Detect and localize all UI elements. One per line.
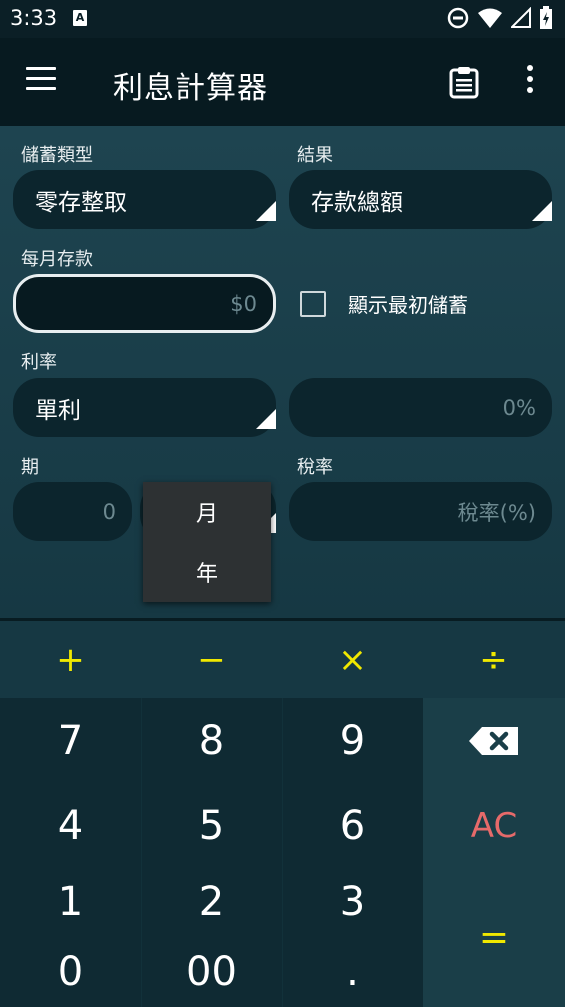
key-decimal[interactable]: . (282, 937, 423, 1007)
interest-label: 利率 (21, 352, 57, 373)
status-icons (447, 6, 553, 30)
checkbox-box[interactable] (300, 290, 326, 317)
show-initial-savings-label: 顯示最初儲蓄 (348, 293, 468, 317)
key-8[interactable]: 8 (141, 698, 282, 784)
show-initial-savings-checkbox[interactable]: 顯示最初儲蓄 (300, 289, 468, 318)
interest-rate-placeholder: 0% (502, 395, 536, 420)
app-title: 利息計算器 (113, 71, 268, 106)
popup-item-month[interactable]: 月 (143, 482, 271, 542)
key-4[interactable]: 4 (0, 784, 141, 867)
tax-rate-placeholder: 稅率(%) (457, 500, 536, 525)
keypad: + − × ÷ 7 8 9 4 5 6 1 2 3 0 00 . AC = (0, 618, 565, 1007)
status-bar: 3:33 A (0, 0, 565, 38)
monthly-deposit-label: 每月存款 (21, 249, 93, 270)
savings-type-value: 零存整取 (35, 189, 127, 216)
result-label: 結果 (297, 145, 333, 166)
backspace-icon (469, 727, 518, 755)
monthly-deposit-placeholder: $0 (230, 291, 257, 316)
key-7[interactable]: 7 (0, 698, 141, 784)
period-unit-popup: 月 年 (143, 482, 271, 602)
savings-type-label: 儲蓄類型 (21, 145, 93, 166)
result-dropdown[interactable]: 存款總額 (289, 170, 552, 229)
menu-icon[interactable] (26, 67, 60, 95)
backspace-key[interactable] (423, 698, 565, 784)
clipboard-icon[interactable] (447, 65, 481, 99)
key-0[interactable]: 0 (0, 937, 141, 1007)
minus-key[interactable]: − (141, 621, 282, 698)
plus-key[interactable]: + (0, 621, 141, 698)
more-vert-icon[interactable] (518, 65, 542, 99)
key-5[interactable]: 5 (141, 784, 282, 867)
monthly-deposit-input[interactable]: $0 (13, 274, 276, 333)
interest-type-dropdown[interactable]: 單利 (13, 378, 276, 437)
interest-type-value: 單利 (35, 397, 81, 424)
period-input[interactable]: 0 (13, 482, 132, 541)
wifi-icon (478, 8, 502, 28)
app-bar: 利息計算器 (0, 38, 565, 126)
divide-key[interactable]: ÷ (423, 621, 564, 698)
key-00[interactable]: 00 (141, 937, 282, 1007)
key-2[interactable]: 2 (141, 867, 282, 937)
status-time: 3:33 (10, 6, 58, 30)
dropdown-corner-icon (532, 201, 552, 221)
cell-signal-icon (511, 7, 531, 28)
do-not-disturb-icon (447, 7, 469, 29)
battery-charging-icon (540, 6, 552, 29)
key-6[interactable]: 6 (282, 784, 423, 867)
savings-type-dropdown[interactable]: 零存整取 (13, 170, 276, 229)
period-placeholder: 0 (102, 499, 116, 524)
accessibility-badge-icon: A (73, 10, 87, 26)
dropdown-corner-icon (256, 201, 276, 221)
key-3[interactable]: 3 (282, 867, 423, 937)
equals-key[interactable]: = (423, 867, 565, 1007)
key-1[interactable]: 1 (0, 867, 141, 937)
result-value: 存款總額 (311, 189, 403, 216)
interest-rate-input[interactable]: 0% (289, 378, 552, 437)
key-9[interactable]: 9 (282, 698, 423, 784)
operator-row: + − × ÷ (0, 621, 565, 698)
multiply-key[interactable]: × (282, 621, 423, 698)
clear-all-key[interactable]: AC (423, 784, 565, 867)
popup-item-year[interactable]: 年 (143, 542, 271, 602)
tax-rate-input[interactable]: 稅率(%) (289, 482, 552, 541)
period-label: 期 (21, 457, 39, 478)
tax-label: 稅率 (297, 457, 333, 478)
dropdown-corner-icon (256, 409, 276, 429)
